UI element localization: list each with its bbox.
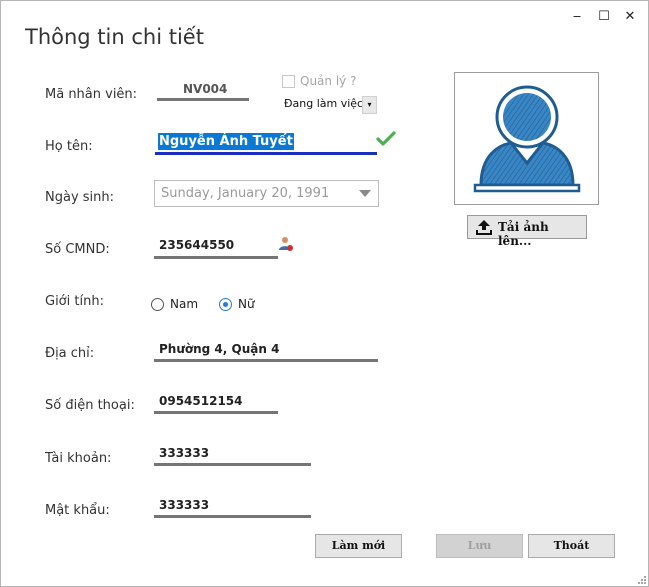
gender-female-label: Nữ — [238, 297, 255, 311]
full-name-label: Họ tên: — [45, 139, 93, 154]
phone-value[interactable]: 0954512154 — [159, 394, 243, 408]
user-id-icon — [279, 237, 293, 251]
resize-grip-icon[interactable] — [637, 575, 647, 585]
check-icon — [376, 131, 396, 146]
person-silhouette-icon — [473, 85, 581, 193]
id-number-value[interactable]: 235644550 — [159, 238, 234, 252]
account-underline — [154, 463, 311, 466]
employee-id-label: Mã nhân viên: — [45, 87, 138, 102]
gender-male-label: Nam — [170, 297, 199, 311]
manager-checkbox-label: Quản lý ? — [300, 74, 357, 88]
save-button[interactable]: Lưu — [436, 534, 523, 558]
account-value[interactable]: 333333 — [159, 446, 209, 460]
status-select[interactable]: Đang làm việc — [284, 97, 363, 110]
birth-date-picker[interactable]: Sunday, January 20, 1991 — [154, 180, 379, 207]
full-name-input[interactable]: Nguyễn Ánh Tuyết — [158, 133, 294, 150]
birth-date-label: Ngày sinh: — [45, 190, 115, 205]
window-title: Thông tin chi tiết — [25, 25, 204, 49]
phone-underline — [154, 411, 278, 414]
phone-label: Số điện thoại: — [45, 398, 135, 413]
maximize-button[interactable]: ☐ — [594, 8, 614, 26]
reset-button[interactable]: Làm mới — [315, 534, 402, 558]
account-label: Tài khoản: — [45, 451, 112, 466]
employee-id-underline — [157, 98, 249, 101]
id-number-underline — [154, 256, 278, 259]
address-label: Địa chỉ: — [45, 346, 95, 361]
exit-button[interactable]: Thoát — [528, 534, 615, 558]
full-name-underline — [155, 152, 377, 155]
status-dropdown-button[interactable]: ▾ — [362, 96, 377, 114]
upload-avatar-label: Tải ảnh lên... — [498, 220, 549, 248]
id-number-label: Số CMND: — [45, 242, 110, 257]
gender-label: Giới tính: — [45, 294, 104, 309]
address-underline — [154, 359, 378, 362]
password-underline — [154, 515, 311, 518]
close-button[interactable]: ✕ — [620, 8, 640, 26]
minimize-button[interactable]: ‒ — [567, 8, 587, 26]
password-label: Mật khẩu: — [45, 503, 110, 518]
employee-id-value: NV004 — [183, 82, 228, 96]
gender-male-radio[interactable] — [151, 298, 164, 311]
birth-date-value: Sunday, January 20, 1991 — [161, 186, 330, 201]
chevron-down-icon[interactable] — [359, 190, 371, 197]
address-value[interactable]: Phường 4, Quận 4 — [159, 342, 279, 356]
gender-female-radio[interactable] — [219, 298, 232, 311]
password-value[interactable]: 333333 — [159, 498, 209, 512]
manager-checkbox[interactable] — [282, 75, 295, 88]
upload-avatar-button[interactable]: Tải ảnh lên... — [467, 215, 587, 248]
upload-icon — [476, 220, 492, 235]
avatar-frame — [454, 72, 599, 205]
